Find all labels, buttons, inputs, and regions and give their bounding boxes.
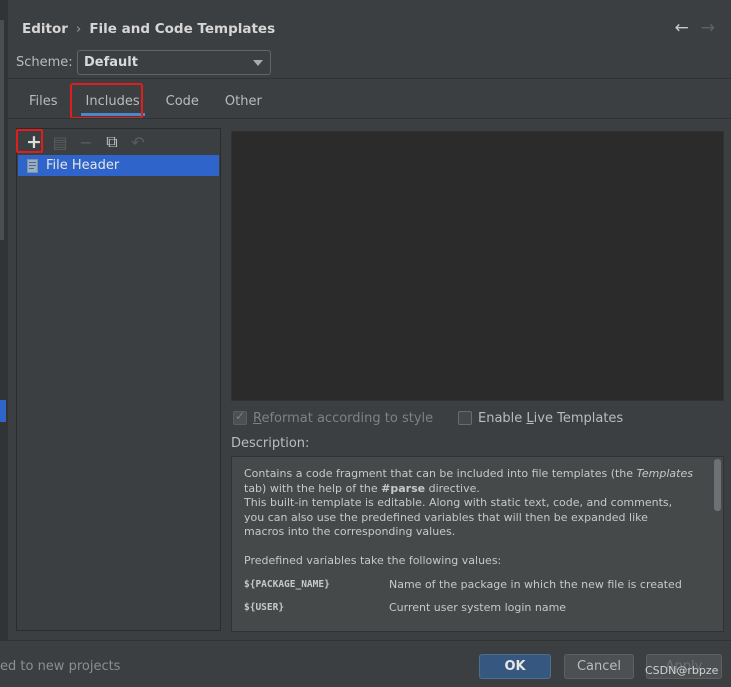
- chevron-down-icon: [253, 60, 263, 66]
- description-line: macros into the corresponding values.: [244, 525, 456, 538]
- checkbox-icon: [233, 409, 247, 425]
- templates-list-panel: + ▤ − ⧉ ↶ File Header: [16, 128, 221, 631]
- breadcrumb-current: File and Code Templates: [89, 21, 276, 37]
- history-navigation: ← →: [675, 18, 716, 38]
- scheme-label: Scheme:: [16, 55, 73, 70]
- forward-arrow-icon[interactable]: →: [701, 18, 715, 38]
- list-item-label: File Header: [46, 158, 120, 173]
- file-template-icon: [24, 158, 40, 174]
- footer-hint: ed to new projects: [0, 659, 121, 674]
- template-tabs: Files Includes Code Other: [16, 87, 275, 117]
- variable-desc: Name of the package in which the new fil…: [389, 577, 682, 591]
- description-line: Contains a code fragment that can be inc…: [244, 467, 693, 480]
- description-label: Description:: [231, 436, 310, 451]
- tab-code[interactable]: Code: [153, 87, 212, 117]
- checkbox-icon: [458, 411, 472, 425]
- scheme-dropdown[interactable]: Default: [77, 50, 271, 75]
- watermark: CSDN@rbpze: [645, 664, 719, 677]
- scheme-value: Default: [84, 55, 138, 70]
- breadcrumb-parent[interactable]: Editor: [22, 21, 68, 37]
- variable-name: ${PACKAGE_NAME}: [244, 578, 330, 590]
- reformat-checkbox[interactable]: Reformat according to style: [233, 409, 433, 427]
- description-line: tab) with the help of the #parse directi…: [244, 481, 480, 495]
- ok-button[interactable]: OK: [479, 654, 551, 679]
- tab-other[interactable]: Other: [212, 87, 275, 117]
- duplicate-template-icon[interactable]: ⧉: [100, 131, 124, 153]
- live-templates-label: Enable Live Templates: [478, 410, 624, 426]
- reformat-label: Reformat according to style: [253, 410, 434, 426]
- list-item[interactable]: File Header: [18, 155, 219, 176]
- highlight-annotation-add: [16, 129, 43, 153]
- tree-scrollbar-thumb[interactable]: [0, 20, 4, 240]
- copy-template-icon[interactable]: ▤: [48, 131, 72, 153]
- settings-tree-strip: [0, 0, 8, 640]
- description-line: This built-in template is editable. Alon…: [244, 496, 673, 509]
- divider: [8, 78, 731, 79]
- tree-selection-marker: [0, 400, 6, 422]
- variable-row: ${PACKAGE_NAME} Name of the package in w…: [244, 578, 711, 593]
- description-scrollbar[interactable]: [714, 459, 721, 511]
- divider: [8, 118, 731, 119]
- cancel-button[interactable]: Cancel: [564, 654, 634, 679]
- description-line: Predefined variables take the following …: [244, 554, 502, 567]
- live-templates-checkbox[interactable]: Enable Live Templates: [458, 409, 623, 427]
- template-editor[interactable]: [231, 131, 724, 401]
- description-panel: Contains a code fragment that can be inc…: [231, 456, 724, 632]
- remove-template-button[interactable]: −: [74, 131, 98, 153]
- highlight-annotation-includes: [70, 83, 143, 119]
- description-line: you can also use the predefined variable…: [244, 510, 648, 524]
- reset-template-icon[interactable]: ↶: [126, 131, 150, 153]
- list-toolbar: + ▤ − ⧉ ↶: [17, 129, 220, 155]
- tab-files[interactable]: Files: [16, 87, 71, 117]
- breadcrumb-separator-icon: ›: [75, 21, 82, 37]
- variable-name: ${USER}: [244, 602, 285, 613]
- variable-row: ${USER} Current user system login name: [244, 601, 711, 616]
- variable-desc: Current user system login name: [389, 601, 567, 614]
- breadcrumb: Editor › File and Code Templates: [22, 19, 275, 39]
- back-arrow-icon[interactable]: ←: [675, 18, 689, 38]
